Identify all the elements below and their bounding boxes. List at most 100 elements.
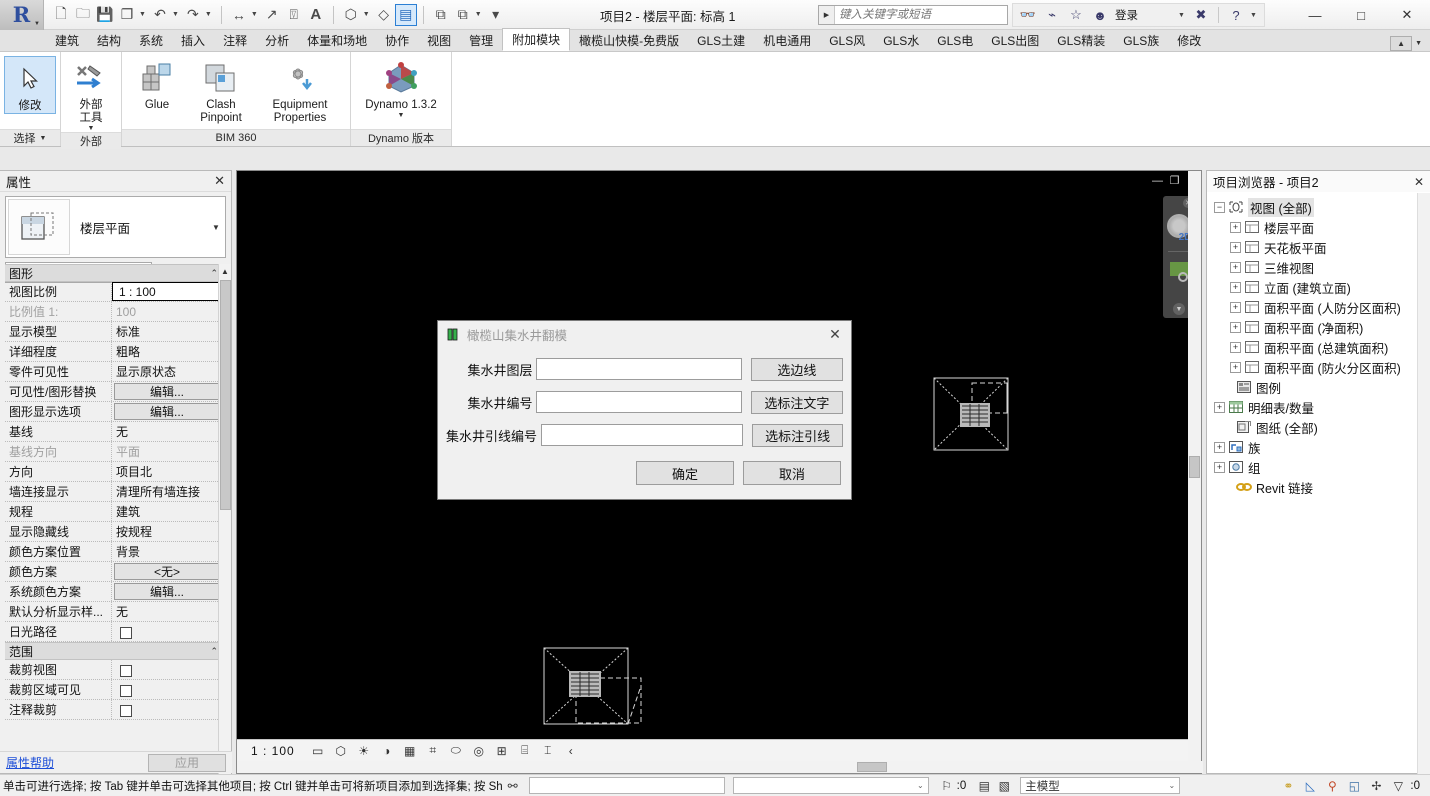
- property-value[interactable]: 建筑: [112, 502, 222, 521]
- property-value[interactable]: 无: [112, 422, 222, 441]
- browser-node-6[interactable]: + 面积平面 (净面积): [1214, 317, 1430, 337]
- property-value[interactable]: 背景: [112, 542, 222, 561]
- ribbon-tab-9[interactable]: 管理: [460, 29, 502, 51]
- ribbon-button-dynamo[interactable]: Dynamo 1.3.2 ▼: [355, 56, 447, 119]
- dialog-pick-button-2[interactable]: 选标注引线: [752, 423, 843, 447]
- browser-node-5[interactable]: + 面积平面 (人防分区面积): [1214, 297, 1430, 317]
- type-selector[interactable]: 楼层平面 ▼: [5, 196, 226, 258]
- property-group-header[interactable]: 图形 ⌃: [5, 264, 222, 282]
- search-dropdown-icon[interactable]: ▶: [819, 6, 835, 24]
- ribbon-collapse-icon[interactable]: ▲: [1390, 36, 1413, 51]
- chevron-down-icon[interactable]: ▼: [207, 223, 225, 232]
- chevron-down-icon[interactable]: ▼: [205, 11, 212, 18]
- select-by-face-icon[interactable]: ◱: [1344, 777, 1364, 795]
- maximize-button[interactable]: □: [1338, 0, 1384, 30]
- drag-elements-icon[interactable]: ✢: [1366, 777, 1386, 795]
- property-checkbox[interactable]: [120, 685, 132, 697]
- ribbon-tab-6[interactable]: 体量和场地: [298, 29, 376, 51]
- dialog-close-button[interactable]: ✕: [823, 324, 847, 346]
- browser-node-9[interactable]: 图例: [1214, 377, 1430, 397]
- property-edit-button[interactable]: 编辑...: [114, 383, 220, 400]
- scrollbar-thumb[interactable]: [220, 280, 231, 510]
- expand-bar-icon[interactable]: ‹: [563, 743, 579, 759]
- visual-style-icon[interactable]: ⬡: [333, 743, 349, 759]
- property-checkbox[interactable]: [120, 627, 132, 639]
- ribbon-tab-19[interactable]: GLS族: [1114, 29, 1168, 51]
- close-icon[interactable]: ✕: [214, 173, 225, 189]
- design-option-selector[interactable]: 主模型 ⌄: [1020, 777, 1181, 794]
- measure-icon[interactable]: ↔: [228, 4, 250, 26]
- ribbon-tab-3[interactable]: 插入: [172, 29, 214, 51]
- chevron-down-icon[interactable]: ▼: [363, 11, 370, 18]
- select-pinned-icon[interactable]: ⚲: [1322, 777, 1342, 795]
- select-links-icon[interactable]: ⚭: [1278, 777, 1298, 795]
- properties-help-link[interactable]: 属性帮助: [6, 754, 54, 771]
- favorites-star-icon[interactable]: ☆: [1065, 5, 1087, 25]
- dialog-field-input-0[interactable]: [536, 358, 742, 380]
- property-value[interactable]: 1 : 100: [112, 282, 222, 301]
- login-label[interactable]: 登录: [1113, 7, 1140, 23]
- property-edit-button[interactable]: <无>: [114, 563, 220, 580]
- chevron-down-icon[interactable]: ⌄: [917, 781, 928, 790]
- property-edit-button[interactable]: 编辑...: [114, 583, 220, 600]
- tree-expander[interactable]: +: [1214, 401, 1225, 413]
- canvas-horizontal-scrollbar[interactable]: [237, 761, 1203, 773]
- ribbon-tab-1[interactable]: 结构: [88, 29, 130, 51]
- infocenter-search[interactable]: ▶: [818, 5, 1008, 25]
- ribbon-tab-12[interactable]: GLS土建: [688, 29, 754, 51]
- chevron-down-icon[interactable]: ⌄: [1169, 781, 1180, 790]
- ok-button[interactable]: 确定: [636, 461, 734, 485]
- property-value[interactable]: 按规程: [112, 522, 222, 541]
- browser-node-13[interactable]: + 组: [1214, 457, 1430, 477]
- filter-icon[interactable]: ▽: [1388, 777, 1408, 795]
- property-value[interactable]: 清理所有墙连接: [112, 482, 222, 501]
- select-underlay-icon[interactable]: ◺: [1300, 777, 1320, 795]
- ribbon-tab-11[interactable]: 橄榄山快模-免费版: [570, 29, 688, 51]
- scrollbar-thumb[interactable]: [1189, 456, 1200, 478]
- rendering-dialog-icon[interactable]: ▦: [402, 743, 418, 759]
- chevron-down-icon[interactable]: ▼: [1173, 303, 1185, 315]
- constraints-icon[interactable]: ⌶: [540, 743, 556, 759]
- ribbon-tab-17[interactable]: GLS出图: [982, 29, 1048, 51]
- tree-expander[interactable]: +: [1230, 241, 1241, 253]
- account-icon[interactable]: ☻: [1089, 5, 1111, 25]
- ribbon-tab-13[interactable]: 机电通用: [754, 29, 820, 51]
- ribbon-button-equipment-properties[interactable]: Equipment Properties: [254, 56, 346, 125]
- tag-icon[interactable]: ⍔: [283, 4, 305, 26]
- properties-scrollbar[interactable]: ▲ ▼: [218, 264, 231, 796]
- ribbon-button-external-tools[interactable]: 外部 工具 ▼: [65, 56, 117, 132]
- application-menu-button[interactable]: R ▼: [0, 0, 44, 30]
- status-selector[interactable]: ⌄: [732, 777, 929, 794]
- tree-expander[interactable]: +: [1230, 301, 1241, 313]
- browser-node-14[interactable]: Revit 链接: [1214, 477, 1430, 497]
- ribbon-tab-15[interactable]: GLS水: [874, 29, 928, 51]
- property-value[interactable]: 显示原状态: [112, 362, 222, 381]
- status-input-field[interactable]: [528, 777, 725, 794]
- open-file-icon[interactable]: 🗀: [72, 4, 94, 26]
- infocenter-search-icon[interactable]: 👓: [1017, 5, 1039, 25]
- property-value[interactable]: 标准: [112, 322, 222, 341]
- chevron-down-icon[interactable]: ▼: [475, 11, 482, 18]
- magnifier-icon[interactable]: [1178, 272, 1188, 282]
- cancel-button[interactable]: 取消: [743, 461, 841, 485]
- ribbon-tab-16[interactable]: GLS电: [928, 29, 982, 51]
- browser-node-12[interactable]: + 族: [1214, 437, 1430, 457]
- dialog-field-input-1[interactable]: [536, 391, 742, 413]
- scroll-up-icon[interactable]: ▲: [219, 264, 231, 278]
- property-value[interactable]: 无: [112, 602, 222, 621]
- dialog-pick-button-0[interactable]: 选边线: [750, 357, 843, 381]
- browser-node-2[interactable]: + 天花板平面: [1214, 237, 1430, 257]
- ribbon-tab-7[interactable]: 协作: [376, 29, 418, 51]
- thin-lines-icon[interactable]: ▤: [394, 3, 417, 26]
- analytical-model-icon[interactable]: ⌸: [517, 743, 533, 759]
- apply-button[interactable]: 应用: [148, 753, 226, 772]
- sun-path-icon[interactable]: ☀: [356, 743, 372, 759]
- help-icon[interactable]: ?: [1225, 5, 1247, 25]
- chevron-down-icon[interactable]: ▼: [1415, 40, 1422, 47]
- ribbon-tab-10[interactable]: 附加模块: [502, 28, 571, 51]
- worksets-icon[interactable]: ▤: [974, 777, 994, 795]
- chevron-down-icon[interactable]: ▼: [398, 112, 405, 119]
- chevron-down-icon[interactable]: ▼: [88, 125, 95, 132]
- qat-overflow-icon[interactable]: ▾: [485, 4, 507, 26]
- switch-windows-icon[interactable]: ⧉: [452, 4, 474, 26]
